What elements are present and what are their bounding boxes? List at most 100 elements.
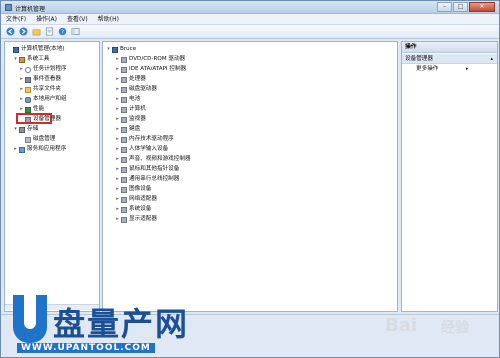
more-actions-item[interactable]: 更多操作 ▸ [416, 65, 469, 74]
close-button[interactable]: ✕ [469, 2, 495, 12]
device-category-label: 计算机 [129, 106, 146, 112]
expand-arrow-icon[interactable]: ▸ [13, 145, 18, 154]
users-icon [25, 96, 31, 103]
device-category-row[interactable]: ▸ 声音、视频和游戏控制器 [115, 155, 191, 164]
device-category-row[interactable]: ▸ 磁盘驱动器 [115, 85, 157, 94]
expand-arrow-icon[interactable]: ▸ [19, 85, 24, 94]
device-category-row[interactable]: ▸ 鼠标和其他指针设备 [115, 165, 179, 174]
device-category-label: 声音、视频和游戏控制器 [129, 156, 191, 162]
device-category-row[interactable]: ▸ 网络适配器 [115, 195, 157, 204]
collapse-arrow-icon[interactable]: ▴ [490, 54, 493, 64]
device-category-icon [121, 66, 127, 73]
device-category-row[interactable]: ▸ IDE ATA/ATAPI 控制器 [115, 65, 186, 74]
device-category-icon [121, 196, 127, 203]
tree-item-disk-management[interactable]: 磁盘管理 [19, 135, 55, 144]
expand-arrow-icon[interactable]: ▸ [115, 115, 120, 124]
device-category-row[interactable]: ▸ 键盘 [115, 125, 140, 134]
tree-item-computer-management[interactable]: 计算机管理(本地) [7, 45, 65, 54]
expand-arrow-icon[interactable]: ▸ [115, 185, 120, 194]
storage-icon [19, 126, 25, 133]
device-category-row[interactable]: ▸ 计算机 [115, 105, 146, 114]
actions-title: 操作 [402, 42, 497, 53]
expand-arrow-icon[interactable]: ▸ [115, 145, 120, 154]
expand-arrow-icon[interactable]: ▸ [115, 125, 120, 134]
back-icon[interactable] [5, 27, 15, 37]
expand-arrow-icon[interactable]: ▸ [115, 175, 120, 184]
tree-item-system-tools[interactable]: ▾ 系统工具 [13, 55, 49, 64]
title-bar[interactable]: 计算机管理 – □ ✕ [1, 1, 499, 14]
device-category-row[interactable]: ▸ 系统设备 [115, 205, 151, 214]
menu-help[interactable]: 帮助(H) [93, 14, 124, 24]
window-controls: – □ ✕ [436, 2, 495, 12]
device-category-icon [121, 206, 127, 213]
menu-file[interactable]: 文件(F) [1, 14, 31, 24]
expand-arrow-icon[interactable]: ▸ [115, 155, 120, 164]
menu-bar: 文件(F) 操作(A) 查看(V) 帮助(H) [1, 14, 499, 25]
expand-arrow-icon[interactable]: ▸ [115, 165, 120, 174]
expand-arrow-icon[interactable]: ▸ [115, 65, 120, 74]
tree-item-local-users[interactable]: ▸ 本地用户和组 [19, 95, 67, 104]
expand-arrow-icon[interactable]: ▸ [19, 65, 24, 74]
tools-icon [19, 56, 25, 63]
device-category-row[interactable]: ▸ 电池 [115, 95, 140, 104]
expand-arrow-icon[interactable]: ▸ [115, 95, 120, 104]
submenu-arrow-icon: ▸ [466, 66, 469, 72]
help-icon[interactable]: ? [57, 27, 67, 37]
device-category-row[interactable]: ▸ 处理器 [115, 75, 146, 84]
device-category-row[interactable]: ▸ 显示适配器 [115, 215, 157, 224]
device-category-icon [121, 126, 127, 133]
menu-action[interactable]: 操作(A) [31, 14, 62, 24]
device-category-row[interactable]: ▸ 内存技术驱动程序 [115, 135, 174, 144]
tree-item-services-applications[interactable]: ▸ 服务和应用程序 [13, 145, 66, 154]
tree-item-label: 共享文件夹 [33, 86, 61, 92]
expand-arrow-icon[interactable]: ▸ [115, 215, 120, 224]
performance-icon [25, 106, 31, 113]
actions-section-device-manager[interactable]: 设备管理器 ▴ [402, 54, 497, 64]
view-icon[interactable] [70, 27, 80, 37]
device-tree-root[interactable]: ▾ Bruce [106, 45, 136, 54]
expand-arrow-icon[interactable]: ▸ [115, 205, 120, 214]
device-category-icon [121, 86, 127, 93]
actions-pane: 操作 设备管理器 ▴ 更多操作 ▸ [401, 41, 498, 312]
device-category-icon [121, 136, 127, 143]
device-category-label: 处理器 [129, 76, 146, 82]
tree-item-storage[interactable]: ▾ 存储 [13, 125, 38, 134]
device-category-row[interactable]: ▸ DVD/CD-ROM 驱动器 [115, 55, 185, 64]
device-category-label: 磁盘驱动器 [129, 86, 157, 92]
minimize-button[interactable]: – [437, 2, 452, 12]
expand-arrow-icon[interactable]: ▸ [115, 135, 120, 144]
device-category-label: 键盘 [129, 126, 141, 132]
device-category-row[interactable]: ▸ 通用串行总线控制器 [115, 175, 179, 184]
device-category-row[interactable]: ▸ 人体学输入设备 [115, 145, 168, 154]
watermark-url: WWW.UPANTOOL.COM [17, 343, 155, 353]
expand-arrow-icon[interactable]: ▸ [115, 195, 120, 204]
properties-icon[interactable] [44, 27, 54, 37]
menu-view[interactable]: 查看(V) [62, 14, 93, 24]
expand-arrow-icon[interactable]: ▸ [115, 55, 120, 64]
expand-arrow-icon[interactable]: ▸ [115, 85, 120, 94]
collapse-arrow-icon[interactable]: ▾ [13, 55, 18, 64]
app-icon [5, 4, 12, 11]
collapse-arrow-icon[interactable]: ▾ [13, 125, 18, 134]
up-folder-icon[interactable] [31, 27, 41, 37]
device-category-icon [121, 116, 127, 123]
expand-arrow-icon[interactable]: ▸ [19, 75, 24, 84]
tree-item-shared-folders[interactable]: ▸ 共享文件夹 [19, 85, 61, 94]
collapse-arrow-icon[interactable]: ▾ [106, 45, 111, 54]
device-root-label: Bruce [120, 46, 137, 52]
device-category-row[interactable]: ▸ 图像设备 [115, 185, 151, 194]
device-category-label: 内存技术驱动程序 [129, 136, 174, 142]
maximize-button[interactable]: □ [453, 2, 468, 12]
jingyan-watermark: 经验 [441, 320, 469, 336]
device-category-row[interactable]: ▸ 监视器 [115, 115, 146, 124]
tree-item-task-scheduler[interactable]: ▸ 任务计划程序 [19, 65, 67, 74]
tree-item-event-viewer[interactable]: ▸ 事件查看器 [19, 75, 61, 84]
expand-arrow-icon[interactable]: ▸ [115, 105, 120, 114]
device-category-label: 鼠标和其他指针设备 [129, 166, 180, 172]
services-icon [19, 146, 25, 153]
expand-arrow-icon[interactable]: ▸ [19, 95, 24, 104]
device-category-icon [121, 156, 127, 163]
expand-arrow-icon[interactable]: ▸ [115, 75, 120, 84]
forward-icon[interactable] [18, 27, 28, 37]
device-category-label: 通用串行总线控制器 [129, 176, 180, 182]
